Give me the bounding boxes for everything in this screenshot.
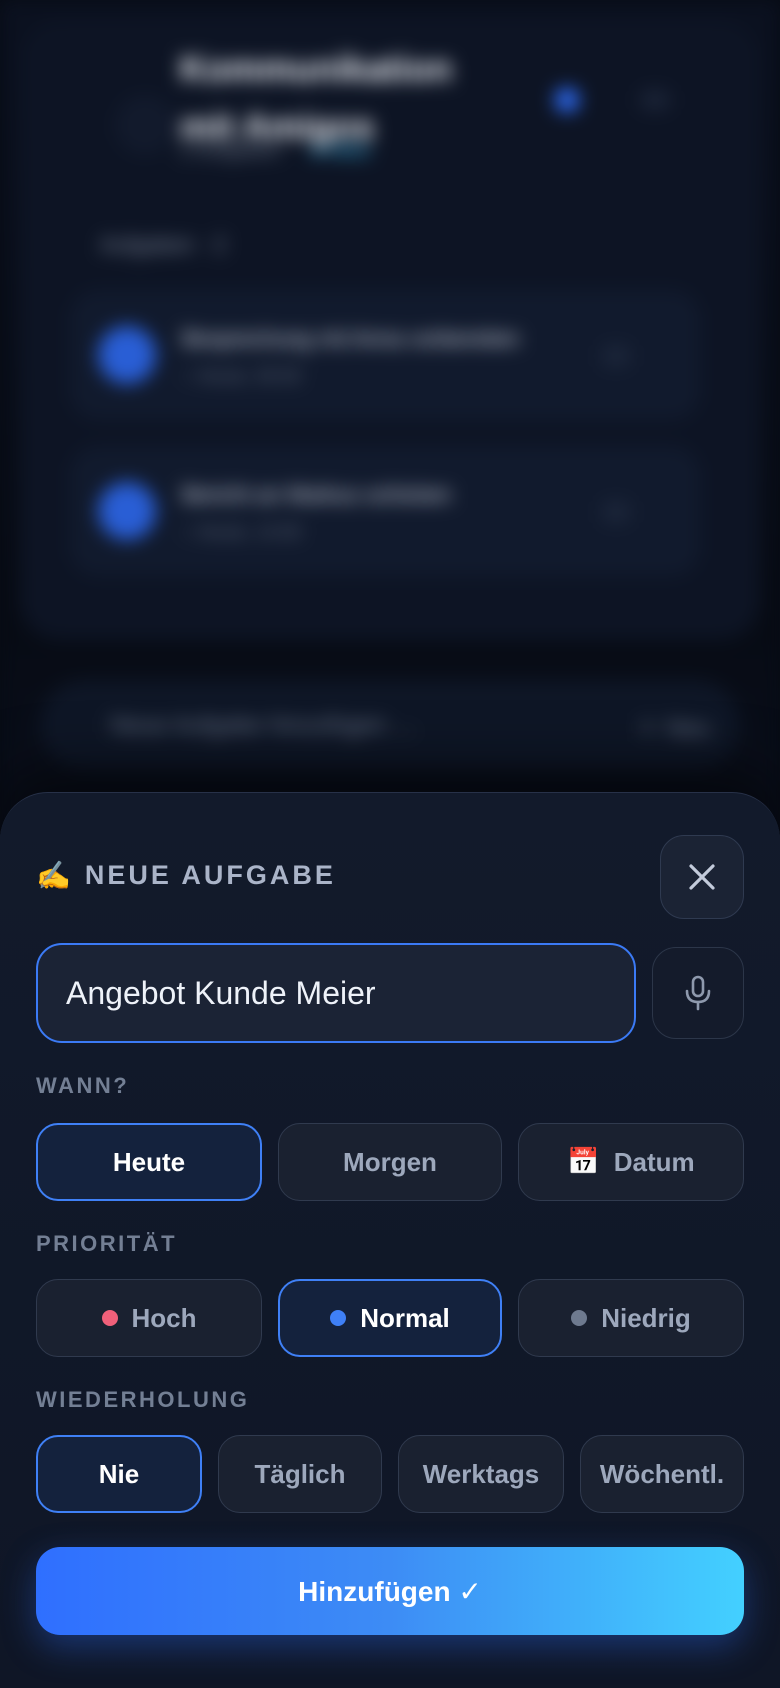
repeat-option-label: Wöchentl. xyxy=(599,1458,725,1489)
repeat-label: WIEDERHOLUNG xyxy=(36,1387,250,1412)
voice-input-button[interactable] xyxy=(652,947,744,1039)
sheet-title: ✍️ NEUE AUFGABE xyxy=(36,859,336,892)
repeat-option-never[interactable]: Nie xyxy=(36,1435,202,1513)
background-quick-add-button: ＋ Neu xyxy=(635,715,710,742)
new-task-sheet: ✍️ NEUE AUFGABE WANN? Heute Morgen 📅 Dat… xyxy=(0,792,780,1688)
background-title: Kommunikation mit Amigos xyxy=(180,48,453,147)
background-count: 2 Aufgaben xyxy=(180,140,282,162)
task-check-icon xyxy=(98,326,156,384)
avatar xyxy=(555,88,579,112)
priority-option-low[interactable]: Niedrig xyxy=(518,1279,744,1357)
task-title-input[interactable] xyxy=(66,974,634,1012)
repeat-option-label: Werktags xyxy=(422,1458,540,1489)
task-title-field[interactable] xyxy=(36,943,636,1043)
sheet-title-text: NEUE AUFGABE xyxy=(84,860,336,890)
background-subtitle: 2 Aufgaben ● Aktiv xyxy=(180,140,371,163)
when-label: WANN? xyxy=(36,1073,130,1098)
task-menu-icon xyxy=(602,345,630,367)
priority-label: PRIORITÄT xyxy=(36,1231,178,1256)
more-icon xyxy=(640,90,670,110)
priority-high-dot-icon xyxy=(101,1310,118,1326)
task-check-icon xyxy=(98,482,156,540)
task-meta: ○ Heute, 09:00 xyxy=(182,366,301,386)
add-task-button[interactable]: Hinzufügen ✓ xyxy=(36,1547,744,1635)
task-menu-icon xyxy=(602,501,630,523)
background-app: Kommunikation mit Amigos 2 Aufgaben ● Akt… xyxy=(0,0,780,860)
priority-normal-dot-icon xyxy=(330,1310,347,1326)
when-option-today[interactable]: Heute xyxy=(36,1123,262,1201)
close-icon xyxy=(689,864,715,890)
task-title: Bericht an Markus schicken xyxy=(182,482,451,507)
priority-option-label: Hoch xyxy=(131,1302,197,1333)
background-quick-add: Neue Aufgabe hinzufügen … ＋ Neu xyxy=(40,680,740,770)
repeat-option-weekdays[interactable]: Werktags xyxy=(398,1435,564,1513)
priority-low-dot-icon xyxy=(571,1310,588,1326)
repeat-option-daily[interactable]: Täglich xyxy=(218,1435,382,1513)
list-item: Besprechung mit Anna vorbereiten ○ Heute… xyxy=(70,290,700,420)
list-item: Bericht an Markus schicken ○ Heute, 14:0… xyxy=(70,446,700,576)
when-option-label: Heute xyxy=(112,1146,186,1177)
when-option-tomorrow[interactable]: Morgen xyxy=(278,1123,502,1201)
task-meta: ○ Heute, 14:00 xyxy=(182,522,301,542)
close-button[interactable] xyxy=(660,835,744,919)
when-option-date[interactable]: 📅 Datum xyxy=(518,1123,744,1201)
priority-option-label: Normal xyxy=(360,1302,450,1333)
background-status-tag: ● Aktiv xyxy=(311,140,372,162)
priority-option-high[interactable]: Hoch xyxy=(36,1279,262,1357)
when-option-label: Morgen xyxy=(343,1146,437,1177)
task-title: Besprechung mit Anna vorbereiten xyxy=(182,326,520,351)
repeat-option-label: Nie xyxy=(98,1458,140,1489)
when-option-label: Datum xyxy=(613,1146,695,1177)
repeat-option-weekly[interactable]: Wöchentl. xyxy=(580,1435,744,1513)
back-icon xyxy=(115,95,175,155)
background-quick-add-text: Neue Aufgabe hinzufügen … xyxy=(110,712,417,739)
writing-hand-icon: ✍️ xyxy=(36,859,71,892)
priority-option-normal[interactable]: Normal xyxy=(278,1279,502,1357)
repeat-option-label: Täglich xyxy=(254,1458,346,1489)
priority-option-label: Niedrig xyxy=(601,1302,691,1333)
calendar-icon: 📅 xyxy=(567,1147,600,1177)
background-section-title: Aufgaben · 2 xyxy=(100,232,226,257)
add-task-button-label: Hinzufügen ✓ xyxy=(298,1575,482,1607)
microphone-icon xyxy=(685,975,711,1011)
